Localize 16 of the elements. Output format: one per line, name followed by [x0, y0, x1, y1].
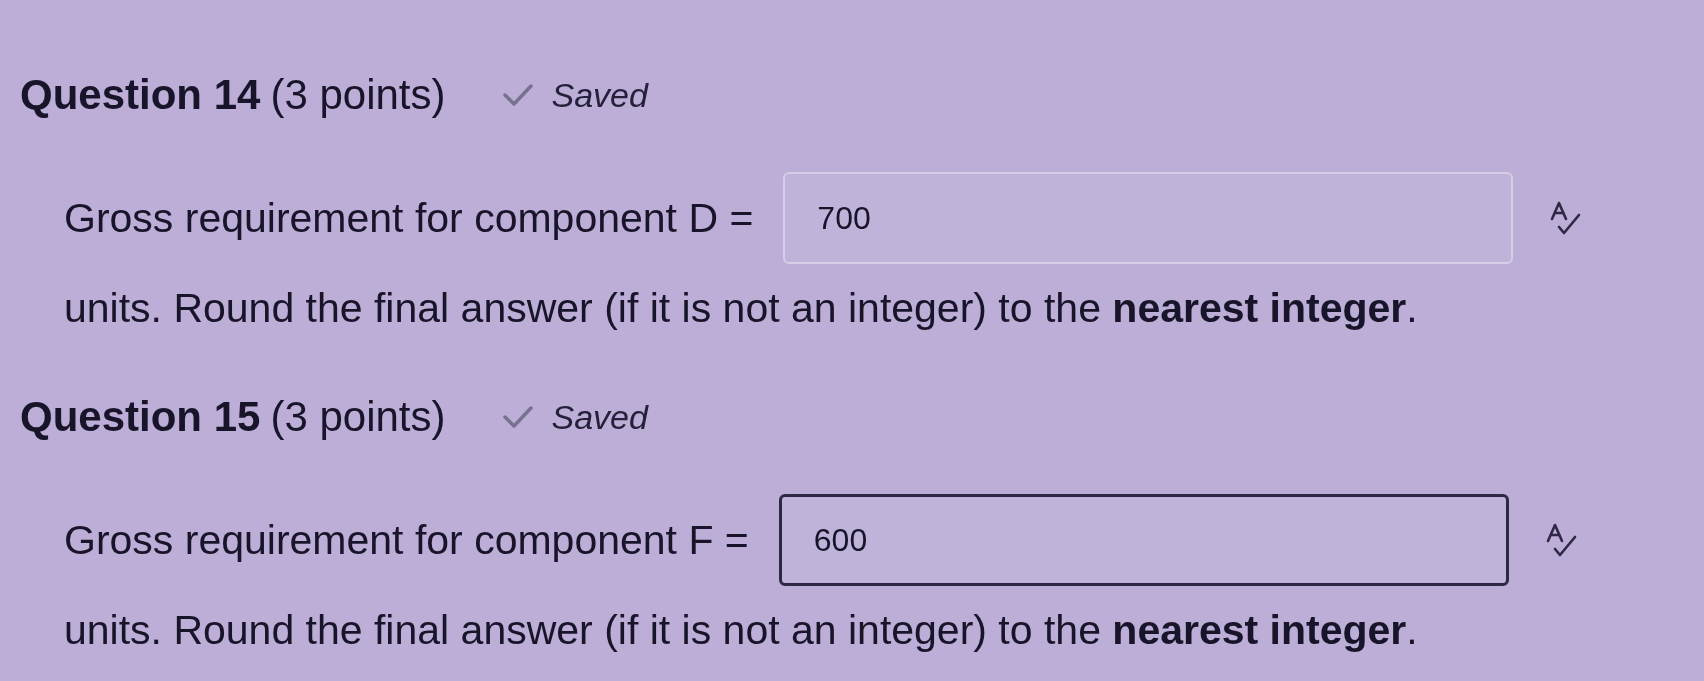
checkmark-icon	[503, 84, 534, 106]
answer-field[interactable]: 700	[783, 172, 1514, 264]
saved-status: Saved	[551, 397, 648, 437]
points-label: (3 points)	[270, 71, 446, 119]
question-prompt: Gross requirement for component F =	[64, 516, 749, 564]
instruction-text: units. Round the final answer (if it is not an integer) to the nearest integer.	[64, 284, 1418, 333]
saved-status: Saved	[551, 75, 648, 115]
checkmark-icon	[503, 406, 534, 428]
instruction-text: units. Round the final answer (if it is not an integer) to the nearest integer.	[64, 606, 1418, 655]
question-prompt: Gross requirement for component D =	[64, 194, 754, 242]
answer-field[interactable]: 600	[778, 494, 1509, 586]
points-label: (3 points)	[270, 393, 446, 441]
spellcheck-icon[interactable]	[1544, 523, 1577, 557]
question-title: Question 14	[20, 71, 261, 119]
question-title: Question 15	[20, 393, 261, 441]
spellcheck-icon[interactable]	[1549, 201, 1582, 235]
